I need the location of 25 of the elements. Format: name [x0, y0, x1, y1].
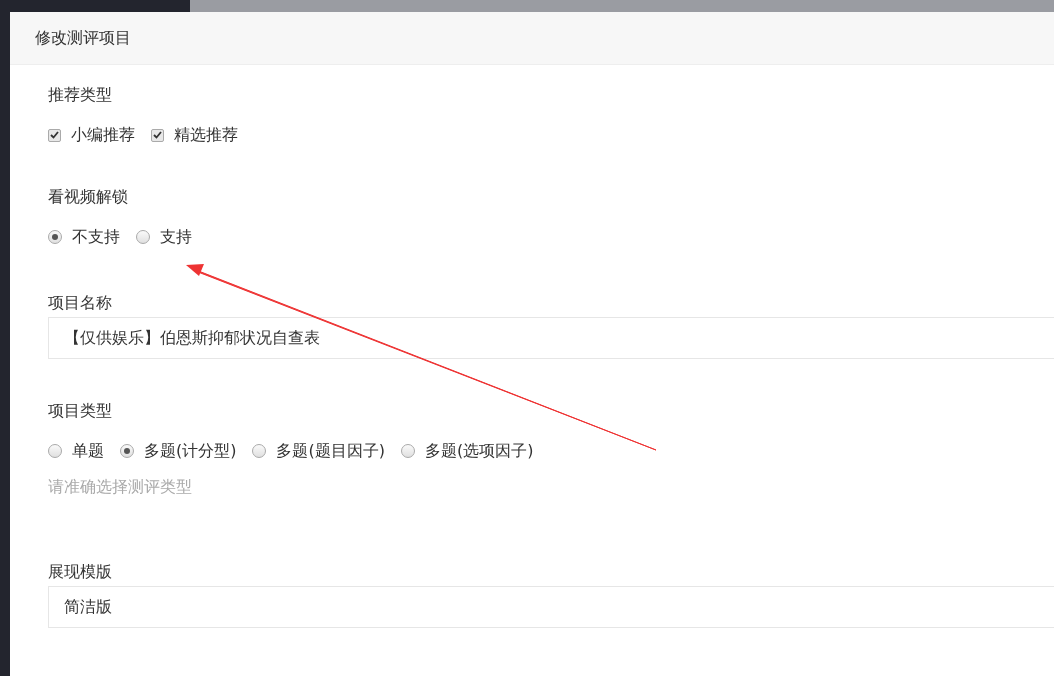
radio-option[interactable]: 支持: [136, 227, 192, 247]
radio-option[interactable]: 多题(选项因子): [400, 441, 534, 461]
radio-button[interactable]: [136, 230, 150, 244]
checkbox[interactable]: [48, 128, 61, 142]
radio-button[interactable]: [120, 444, 134, 458]
radio-option[interactable]: 多题(计分型): [120, 441, 237, 461]
dialog-title: 修改测评项目: [10, 12, 1054, 65]
checkbox-option[interactable]: 小编推荐: [48, 125, 135, 145]
hint-text: 请准确选择测评类型: [48, 477, 193, 498]
field-label: 项目类型: [48, 400, 113, 422]
field-label: 看视频解锁: [48, 186, 129, 208]
field-label: 推荐类型: [48, 84, 113, 106]
field-label: 展现模版: [48, 561, 113, 583]
field-label: 项目名称: [48, 292, 113, 314]
radio-option[interactable]: 不支持: [48, 227, 120, 247]
input-field[interactable]: 【仅供娱乐】伯恩斯抑郁状况自查表: [48, 317, 1054, 359]
radio-option[interactable]: 单题: [48, 441, 104, 461]
radio-button[interactable]: [400, 444, 415, 458]
checkbox-option[interactable]: 精选推荐: [151, 125, 238, 145]
radio-option[interactable]: 多题(题目因子): [252, 441, 385, 461]
radio-button[interactable]: [252, 444, 267, 458]
select-field[interactable]: 简洁版: [48, 586, 1054, 628]
checkbox[interactable]: [151, 128, 164, 142]
radio-button[interactable]: [48, 230, 62, 244]
radio-button[interactable]: [48, 444, 62, 458]
